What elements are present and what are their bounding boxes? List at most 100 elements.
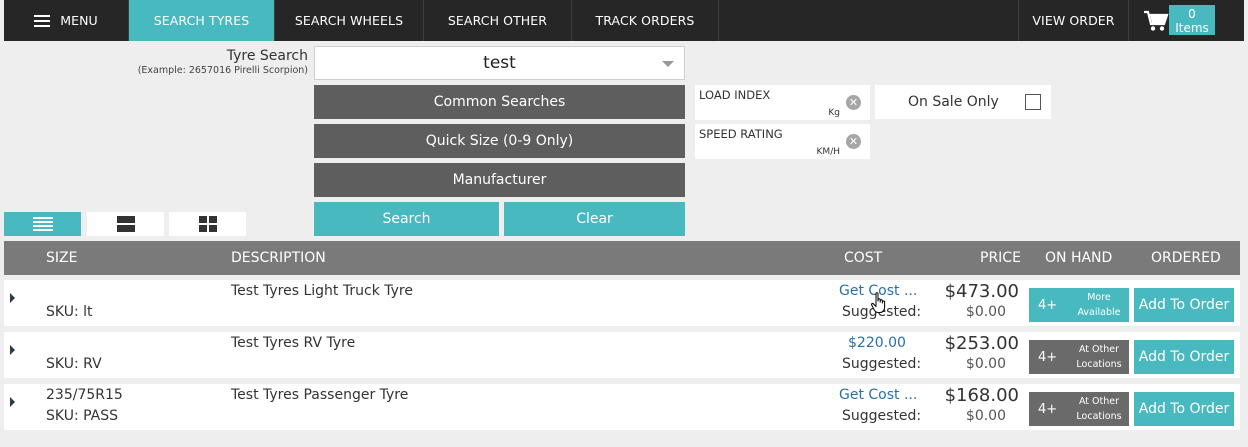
row-description: Test Tyres Light Truck Tyre	[231, 283, 413, 299]
on-hand-note-line1: At Other	[1078, 344, 1120, 355]
row-sku: SKU: lt	[46, 304, 93, 320]
row-suggested: Suggested:	[842, 408, 922, 424]
nav-spacer	[719, 0, 1019, 41]
on-hand-note: At Other Locations	[1069, 394, 1129, 424]
grid-view-icon	[198, 216, 217, 232]
dropdown-caret-icon[interactable]	[662, 61, 674, 67]
row-suggested: Suggested:	[842, 356, 922, 372]
on-hand-badge[interactable]: 4+ At Other Locations	[1029, 392, 1129, 426]
nav-search-wheels[interactable]: SEARCH WHEELS	[275, 0, 424, 41]
tyre-search-example: (Example: 2657016 Pirelli Scorpion)	[137, 65, 308, 76]
clear-x-icon[interactable]: ✕	[846, 95, 861, 110]
get-cost-link[interactable]: Get Cost ...	[839, 387, 917, 403]
common-searches-button[interactable]: Common Searches	[314, 85, 685, 119]
table-row: 235/75R15 SKU: PASS Test Tyres Passenger…	[4, 384, 1240, 430]
clear-button[interactable]: Clear	[504, 202, 685, 236]
header-ordered[interactable]: ORDERED	[1151, 250, 1221, 266]
row-price-sub: $0.00	[965, 304, 1006, 320]
menu-label: MENU	[60, 13, 98, 28]
speed-rating-filter[interactable]: SPEED RATING KM/H ✕	[695, 124, 870, 159]
cart-button[interactable]: 0 Items	[1129, 0, 1244, 41]
table-row: SKU: lt Test Tyres Light Truck Tyre Get …	[4, 280, 1240, 326]
table-row: SKU: RV Test Tyres RV Tyre $220.00 Sugge…	[4, 332, 1240, 378]
common-searches-label: Common Searches	[433, 94, 566, 110]
header-description[interactable]: DESCRIPTION	[231, 250, 326, 266]
nav-track-orders[interactable]: TRACK ORDERS	[572, 0, 719, 41]
on-hand-note-line1: At Other	[1078, 396, 1120, 407]
header-price[interactable]: PRICE	[980, 250, 1021, 266]
cart-icon	[1144, 10, 1169, 31]
row-description: Test Tyres RV Tyre	[231, 335, 356, 351]
row-sku: SKU: RV	[46, 356, 102, 372]
grid-view-button[interactable]	[169, 212, 246, 236]
on-hand-count: 4+	[1038, 297, 1058, 313]
tyre-search-value: test	[483, 53, 516, 73]
add-to-order-button[interactable]: Add To Order	[1134, 288, 1234, 322]
nav-search-tyres[interactable]: SEARCH TYRES	[129, 0, 275, 41]
row-description: Test Tyres Passenger Tyre	[231, 387, 409, 403]
manufacturer-label: Manufacturer	[452, 172, 547, 188]
on-hand-note-line1: More	[1087, 292, 1111, 303]
on-hand-note: At Other Locations	[1069, 342, 1129, 372]
clear-x-icon[interactable]: ✕	[846, 134, 861, 149]
top-nav: MENU SEARCH TYRES SEARCH WHEELS SEARCH O…	[4, 0, 1244, 41]
tyre-search-input[interactable]: test	[314, 46, 685, 80]
search-button[interactable]: Search	[314, 202, 499, 236]
table-header: SIZE DESCRIPTION COST PRICE ON HAND ORDE…	[4, 241, 1240, 275]
row-price: $168.00	[944, 385, 1019, 406]
row-size: 235/75R15	[46, 387, 123, 403]
on-hand-count: 4+	[1038, 401, 1058, 417]
add-to-order-label: Add To Order	[1138, 297, 1230, 313]
row-view-icon	[116, 216, 135, 232]
on-hand-badge[interactable]: 4+ More Available	[1029, 288, 1129, 322]
nav-search-other[interactable]: SEARCH OTHER	[424, 0, 572, 41]
nav-track-orders-label: TRACK ORDERS	[595, 13, 695, 28]
on-hand-note-line2: Available	[1077, 307, 1121, 318]
hand-cursor-icon	[870, 292, 886, 314]
add-to-order-label: Add To Order	[1138, 401, 1230, 417]
add-to-order-button[interactable]: Add To Order	[1134, 392, 1234, 426]
row-price: $473.00	[944, 281, 1019, 302]
cost-value-link[interactable]: $220.00	[848, 335, 906, 351]
speed-rating-unit: KM/H	[816, 147, 840, 157]
menu-button[interactable]: MENU	[4, 0, 129, 41]
row-price: $253.00	[944, 333, 1019, 354]
row-price-sub: $0.00	[965, 356, 1006, 372]
row-sku: SKU: PASS	[46, 408, 119, 424]
expand-arrow-icon[interactable]	[10, 293, 15, 303]
cart-count: 0	[1188, 7, 1196, 21]
on-hand-badge[interactable]: 4+ At Other Locations	[1029, 340, 1129, 374]
manufacturer-button[interactable]: Manufacturer	[314, 163, 685, 197]
quick-size-button[interactable]: Quick Size (0-9 Only)	[314, 124, 685, 158]
nav-search-tyres-label: SEARCH TYRES	[153, 13, 250, 28]
on-sale-only-filter[interactable]: On Sale Only	[875, 85, 1051, 119]
load-index-filter[interactable]: LOAD INDEX Kg ✕	[695, 85, 870, 120]
tyre-search-label: Tyre Search	[226, 48, 308, 64]
row-view-button[interactable]	[87, 212, 164, 236]
on-hand-note-line2: Locations	[1076, 411, 1122, 422]
search-button-label: Search	[382, 211, 431, 227]
expand-arrow-icon[interactable]	[10, 345, 15, 355]
load-index-label: LOAD INDEX	[699, 88, 771, 102]
row-price-sub: $0.00	[965, 408, 1006, 424]
nav-search-other-label: SEARCH OTHER	[447, 13, 548, 28]
add-to-order-button[interactable]: Add To Order	[1134, 340, 1234, 374]
header-on-hand[interactable]: ON HAND	[1045, 250, 1112, 266]
on-hand-note: More Available	[1069, 290, 1129, 320]
cart-items-label: Items	[1175, 21, 1209, 35]
clear-button-label: Clear	[576, 211, 613, 227]
on-hand-note-line2: Locations	[1076, 359, 1122, 370]
on-sale-only-label: On Sale Only	[908, 94, 999, 110]
quick-size-label: Quick Size (0-9 Only)	[425, 133, 574, 149]
nav-search-wheels-label: SEARCH WHEELS	[294, 13, 404, 28]
add-to-order-label: Add To Order	[1138, 349, 1230, 365]
speed-rating-label: SPEED RATING	[699, 127, 783, 141]
checkbox-icon[interactable]	[1025, 94, 1041, 110]
header-size[interactable]: SIZE	[46, 250, 77, 266]
expand-arrow-icon[interactable]	[10, 397, 15, 407]
view-order-button[interactable]: VIEW ORDER	[1019, 0, 1129, 41]
header-cost[interactable]: COST	[844, 250, 882, 266]
on-hand-count: 4+	[1038, 349, 1058, 365]
list-view-button[interactable]	[4, 212, 81, 236]
tyre-search-label-block: Tyre Search (Example: 2657016 Pirelli Sc…	[138, 48, 308, 76]
